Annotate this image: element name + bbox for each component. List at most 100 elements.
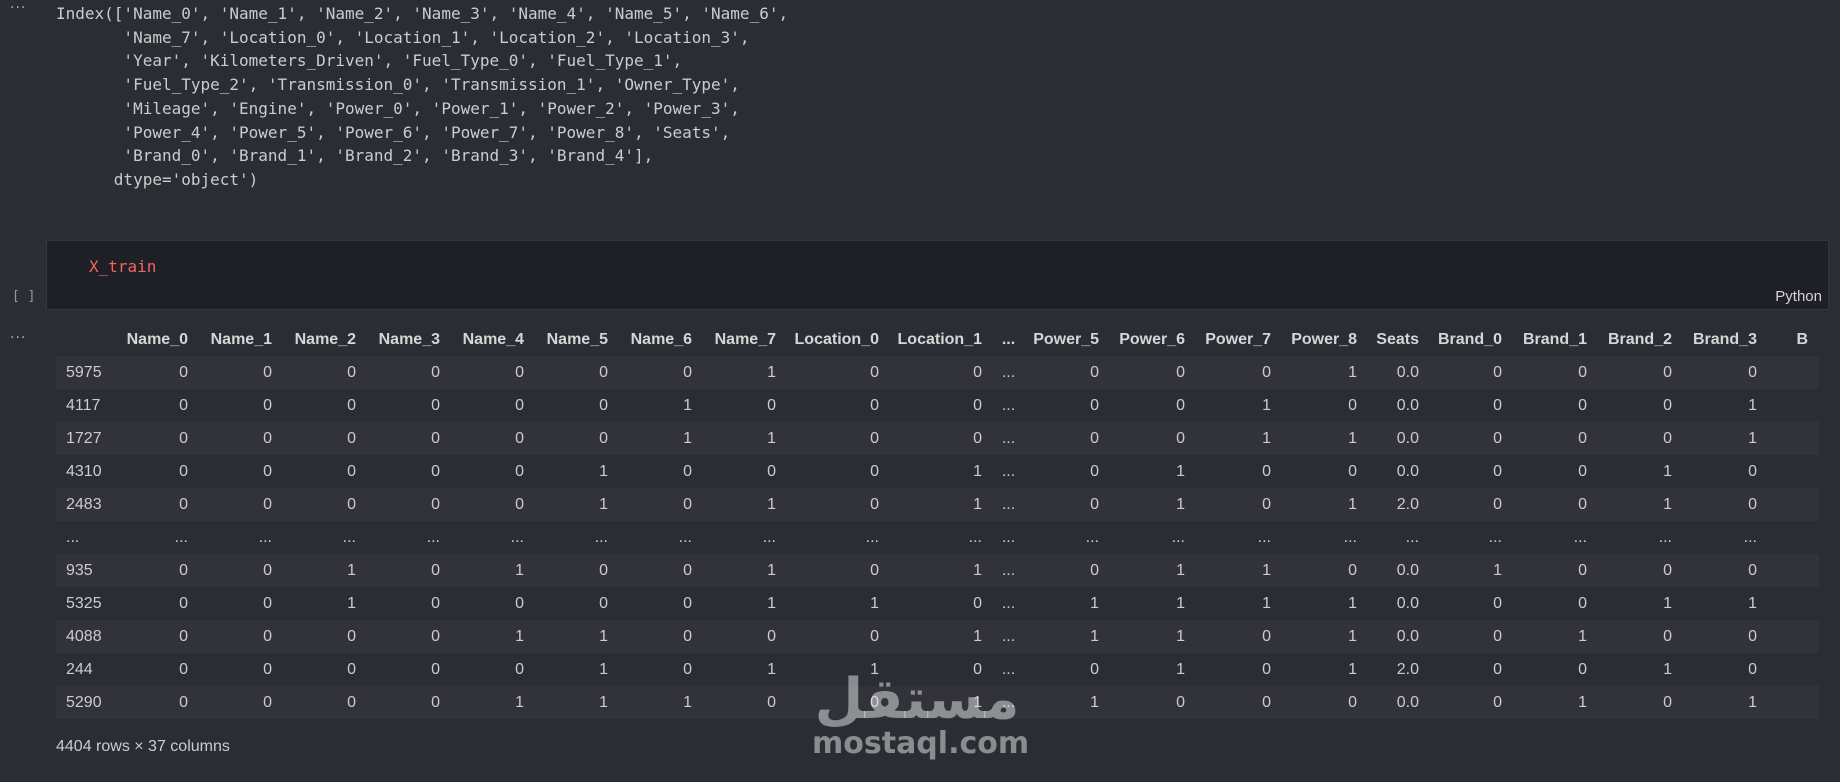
table-cell: 0	[1348, 462, 1357, 480]
table-cell: 0.0	[1396, 429, 1419, 447]
table-cell: 0	[179, 660, 188, 678]
table-cell: ...	[865, 528, 879, 546]
execution-count[interactable]: [ ]	[12, 289, 35, 304]
table-cell: 1	[1176, 495, 1185, 513]
table-cell: 1	[1663, 462, 1672, 480]
table-cell: 1	[973, 462, 982, 480]
table-cell: 1	[973, 627, 982, 645]
table-cell: 0	[1090, 429, 1099, 447]
table-cell: 1	[1090, 693, 1099, 711]
row-index: 1727	[66, 429, 102, 447]
index-output-line: 'Year', 'Kilometers_Driven', 'Fuel_Type_…	[56, 51, 683, 71]
table-cell	[1768, 587, 1819, 620]
column-header: Location_0	[794, 330, 879, 348]
table-cell: 0	[263, 363, 272, 381]
table-cell: 0	[431, 462, 440, 480]
table-cell: 0	[431, 429, 440, 447]
table-cell: 0	[973, 363, 982, 381]
table-cell: 0	[263, 594, 272, 612]
table-cell: 0	[1748, 627, 1757, 645]
table-cell: 1	[599, 627, 608, 645]
table-body: 5975 0 0 0 0 0 0 0 1 0 0... 0 0 0 1 0.0 0 0 0 0 4117 0 0 0 0 0 0 1 0…	[56, 356, 1819, 719]
column-header: Brand_1	[1522, 330, 1587, 348]
index-output-line: 'Power_4', 'Power_5', 'Power_6', 'Power_…	[56, 122, 731, 142]
column-header: Name_3	[378, 330, 440, 348]
table-cell: 0	[1493, 660, 1502, 678]
table-cell: 0	[179, 495, 188, 513]
index-output-line: 'Mileage', 'Engine', 'Power_0', 'Power_1…	[56, 98, 740, 118]
table-cell: 0	[1748, 363, 1757, 381]
row-index: 244	[66, 660, 93, 678]
table-cell: 0	[347, 660, 356, 678]
table-cell: 0	[683, 462, 692, 480]
table-row: 4088 0 0 0 0 1 1 0 0 0 1... 1 1 0 1 0.0 0 1 0 0	[56, 620, 1819, 653]
table-cell	[1768, 554, 1819, 587]
table-cell: 0	[1348, 561, 1357, 579]
dataframe-shape-summary: 4404 rows × 37 columns	[56, 738, 230, 755]
table-cell: 0	[515, 363, 524, 381]
table-cell: 1	[1663, 495, 1672, 513]
table-cell: ...	[1001, 528, 1016, 546]
table-cell: ...	[1001, 462, 1016, 480]
code-cell[interactable]: X_train Python	[46, 240, 1829, 310]
output-menu-icon-2[interactable]: ···	[10, 330, 26, 346]
table-cell	[1768, 686, 1819, 719]
table-cell: 0	[179, 363, 188, 381]
table-cell: 1	[1176, 561, 1185, 579]
table-row: ........................................…	[56, 521, 1819, 554]
table-cell: 0	[431, 495, 440, 513]
table-cell: 0	[683, 627, 692, 645]
table-cell: ...	[1001, 627, 1016, 645]
row-index: 4310	[66, 462, 102, 480]
column-header: Location_1	[897, 330, 982, 348]
table-cell: 1	[599, 660, 608, 678]
cell-language-label[interactable]: Python	[1775, 288, 1822, 305]
table-row: 5325 0 0 1 0 0 0 0 1 1 0... 1 1 1 1 0.0 0 0 1 1	[56, 587, 1819, 620]
index-output-line: dtype='object')	[56, 169, 259, 189]
table-cell: 0	[1663, 429, 1672, 447]
table-cell: 0	[1262, 627, 1271, 645]
table-cell: 1	[599, 495, 608, 513]
table-cell: 0	[1493, 627, 1502, 645]
table-cell: 0	[1090, 660, 1099, 678]
table-cell: 0.0	[1396, 363, 1419, 381]
column-header: Name_7	[714, 330, 776, 348]
table-cell: 1	[1176, 462, 1185, 480]
table-cell: 1	[767, 561, 776, 579]
index-output-line: 'Fuel_Type_2', 'Transmission_0', 'Transm…	[56, 75, 740, 95]
code-editor-text[interactable]: X_train	[89, 257, 156, 276]
table-cell: 0	[1663, 627, 1672, 645]
table-cell: 0	[973, 429, 982, 447]
index-output: Index(['Name_0', 'Name_1', 'Name_2', 'Na…	[56, 2, 788, 192]
column-header: Name_1	[210, 330, 272, 348]
table-cell: 0	[263, 495, 272, 513]
column-header: Name_6	[630, 330, 692, 348]
table-cell: 0	[1262, 693, 1271, 711]
table-cell: 0	[1578, 429, 1587, 447]
table-cell: ...	[1658, 528, 1672, 546]
table-cell: 1	[1176, 660, 1185, 678]
table-cell: 0	[431, 660, 440, 678]
table-cell: 1	[1262, 594, 1271, 612]
column-header: Power_8	[1291, 330, 1357, 348]
table-cell: 1	[1348, 594, 1357, 612]
table-cell: 0	[1578, 363, 1587, 381]
table-cell: ...	[762, 528, 776, 546]
table-cell: 1	[1090, 627, 1099, 645]
table-cell: 1	[1348, 363, 1357, 381]
table-cell	[1768, 521, 1819, 554]
output-menu-icon[interactable]: ···	[10, 0, 26, 16]
table-cell: 1	[1663, 594, 1672, 612]
table-cell: 0	[870, 693, 879, 711]
table-cell: ...	[1743, 528, 1757, 546]
column-header: Name_5	[546, 330, 608, 348]
table-cell: 1	[767, 363, 776, 381]
table-cell: 0	[870, 363, 879, 381]
table-cell: 0	[347, 627, 356, 645]
table-cell: 1	[683, 396, 692, 414]
table-cell: 1	[973, 693, 982, 711]
row-index: 2483	[66, 495, 102, 513]
table-cell: 0	[683, 495, 692, 513]
table-cell: 1	[870, 660, 879, 678]
table-cell: ...	[1001, 429, 1016, 447]
